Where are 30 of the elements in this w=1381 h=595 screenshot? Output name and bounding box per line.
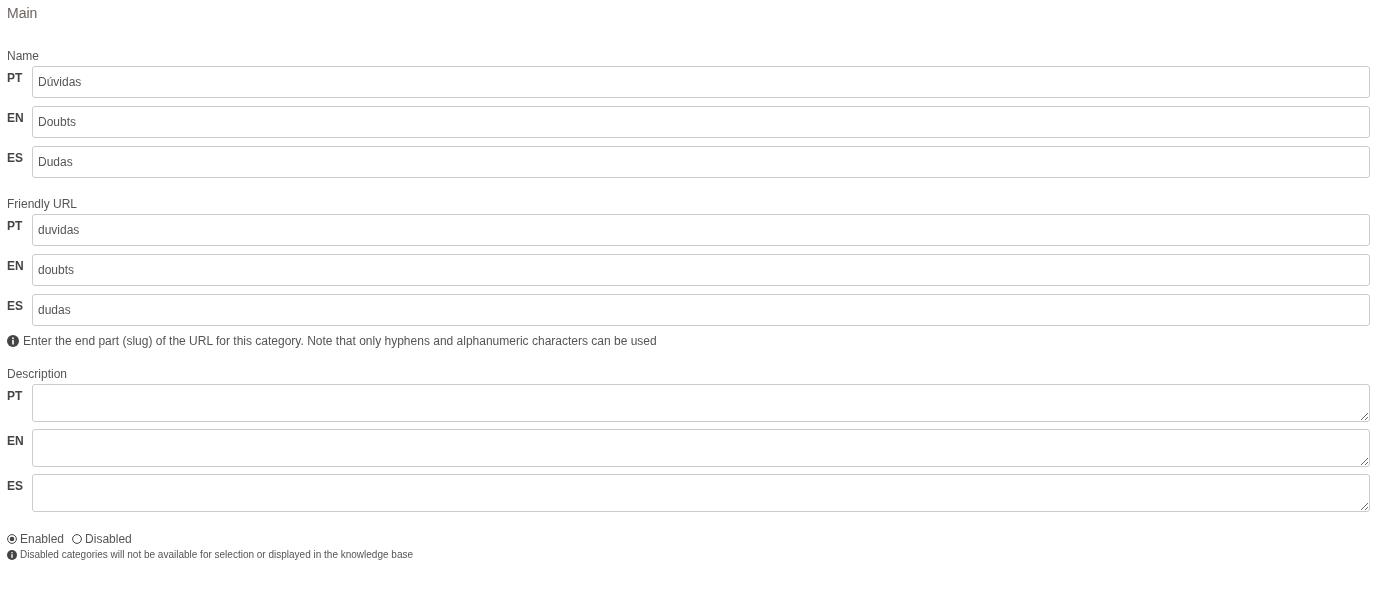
language-label: ES <box>7 298 24 313</box>
note-text: Disabled categories will not be available for selection or displayed in the knowledge base <box>20 549 413 560</box>
field-label: Description <box>7 367 69 382</box>
text-field[interactable]: Dudas <box>32 146 1370 178</box>
language-label: EN <box>7 258 25 273</box>
text-field[interactable]: duvidas <box>32 214 1370 246</box>
text-area[interactable] <box>32 384 1370 422</box>
hint-text: Enter the end part (slug) of the URL for this category. Note that only hyphens and alphanumeric characters can be used <box>23 334 657 348</box>
radio-label[interactable]: Enabled <box>20 532 65 546</box>
field-label: Name <box>7 49 40 64</box>
text-area[interactable] <box>32 474 1370 512</box>
text-field[interactable]: Dúvidas <box>32 66 1370 98</box>
language-label: PT <box>7 388 24 403</box>
radio-button[interactable] <box>72 534 83 544</box>
language-label: PT <box>7 70 24 85</box>
info-icon <box>7 335 19 347</box>
text-field[interactable]: dudas <box>32 294 1370 326</box>
text-area[interactable] <box>32 429 1370 467</box>
language-label: ES <box>7 478 24 493</box>
radio-label[interactable]: Disabled <box>85 532 132 546</box>
text-field[interactable]: Doubts <box>32 106 1370 138</box>
section-title: Main <box>7 5 39 23</box>
radio-button[interactable] <box>7 534 17 544</box>
language-label: ES <box>7 150 24 165</box>
info-icon <box>7 549 17 560</box>
language-label: PT <box>7 218 24 233</box>
language-label: EN <box>7 433 25 448</box>
field-label: Friendly URL <box>7 197 79 212</box>
text-field[interactable]: doubts <box>32 254 1370 286</box>
language-label: EN <box>7 110 25 125</box>
